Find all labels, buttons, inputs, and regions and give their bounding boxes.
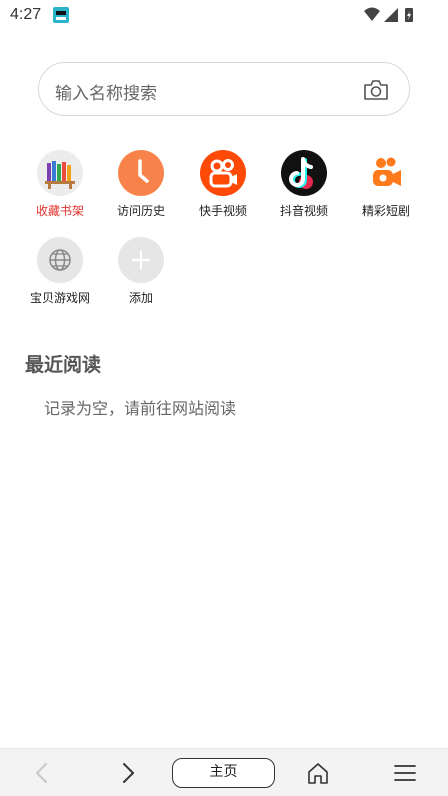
- shortcut-label: 收藏书架: [35, 204, 84, 218]
- globe-icon: [37, 237, 83, 283]
- shortcut-douyin[interactable]: 抖音视频: [264, 150, 344, 219]
- douyin-icon: [281, 150, 327, 196]
- shortcut-label: 访问历史: [116, 204, 165, 218]
- bookshelf-icon: [37, 150, 83, 196]
- back-icon[interactable]: [27, 759, 57, 787]
- shortcut-baobei-games[interactable]: 宝贝游戏网: [20, 237, 100, 306]
- shortcut-bookshelf[interactable]: 收藏书架: [20, 150, 100, 219]
- kuaishou-icon: [200, 150, 246, 196]
- menu-icon[interactable]: [390, 759, 420, 787]
- home-page-button[interactable]: 主页: [172, 758, 275, 788]
- app-notification-icon: [53, 7, 69, 23]
- search-box[interactable]: 输入名称搜索: [38, 62, 410, 116]
- status-icons: [364, 7, 413, 22]
- shortcut-label: 抖音视频: [279, 204, 328, 218]
- shortcut-add[interactable]: 添加: [101, 237, 181, 306]
- shortcut-duanju[interactable]: 精彩短剧: [346, 150, 426, 219]
- signal-icon: [384, 8, 398, 22]
- wifi-icon: [364, 7, 380, 21]
- camera-icon[interactable]: [363, 78, 389, 102]
- shortcut-label: 精彩短剧: [361, 204, 410, 218]
- status-bar: 4:27: [0, 0, 448, 32]
- shortcut-label: 添加: [128, 291, 153, 305]
- recent-empty-message: 记录为空，请前往网站阅读: [44, 399, 237, 418]
- shortcut-kuaishou[interactable]: 快手视频: [183, 150, 263, 219]
- duanju-icon: [363, 150, 409, 196]
- shortcut-label: 快手视频: [198, 204, 247, 218]
- shortcut-history[interactable]: 访问历史: [101, 150, 181, 219]
- forward-icon[interactable]: [113, 759, 143, 787]
- home-icon[interactable]: [303, 759, 333, 787]
- status-time: 4:27: [10, 6, 42, 23]
- bottom-nav-bar: 主页: [0, 748, 448, 796]
- recent-reading-title: 最近阅读: [25, 354, 102, 376]
- search-input[interactable]: 输入名称搜索: [55, 79, 157, 104]
- clock-icon: [118, 150, 164, 196]
- shortcut-label: 宝贝游戏网: [29, 291, 90, 305]
- plus-icon: [118, 237, 164, 283]
